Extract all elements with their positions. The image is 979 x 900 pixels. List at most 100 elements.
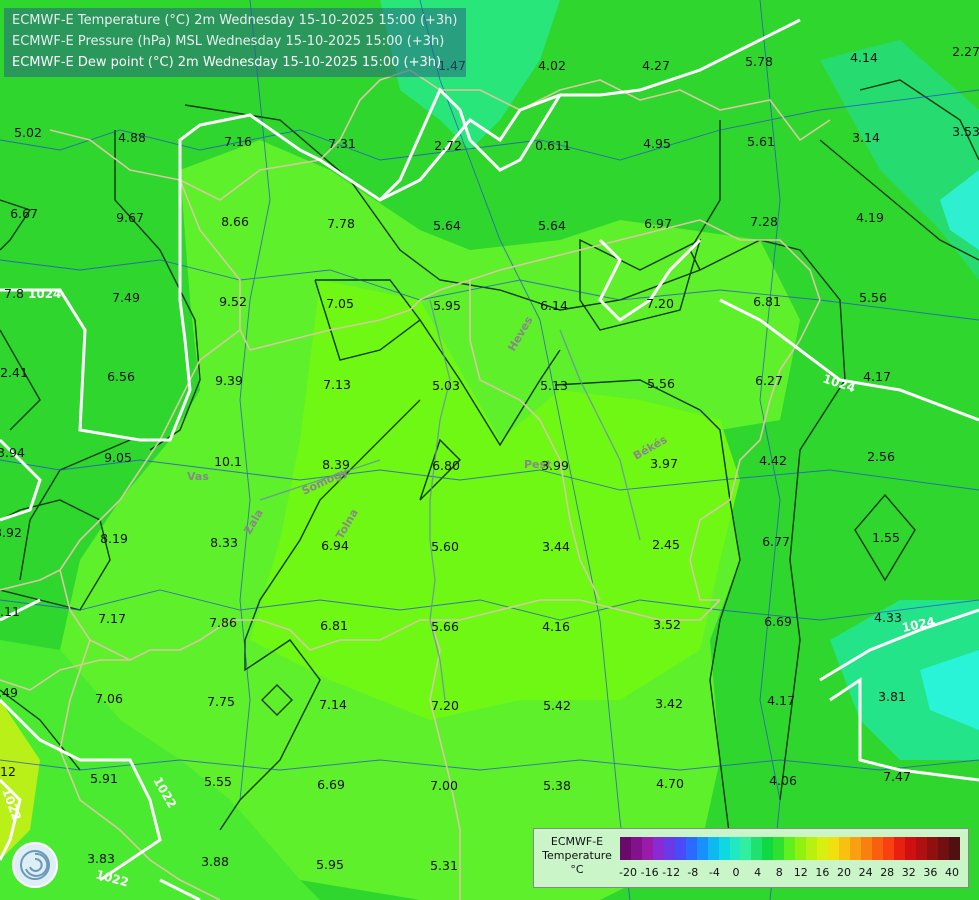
legend-title: ECMWF-E Temperature °C (538, 835, 616, 877)
station-value: 7.20 (431, 698, 459, 713)
station-value: 7.75 (207, 694, 235, 709)
station-value: 3.52 (653, 617, 681, 632)
station-value: 4.17 (767, 693, 795, 708)
station-value: 3.92 (0, 525, 22, 540)
station-value: 6.77 (762, 534, 790, 549)
legend-tick: -8 (687, 866, 699, 879)
station-value: 7.05 (326, 296, 354, 311)
legend-tick: -12 (662, 866, 681, 879)
station-value: 5.64 (433, 218, 461, 233)
station-value: 4.19 (856, 210, 884, 225)
legend-swatch (817, 837, 829, 860)
legend-swatch (937, 837, 949, 860)
legend-unit: °C (570, 863, 584, 876)
station-value: 3.14 (852, 130, 880, 145)
station-value: 2.72 (434, 138, 462, 153)
station-value: 7.17 (98, 611, 126, 626)
legend-swatch (685, 837, 697, 860)
station-value: 5.42 (543, 698, 571, 713)
station-value: 4.33 (874, 610, 902, 625)
map-header: ECMWF-E Temperature (°C) 2m Wednesday 15… (4, 8, 466, 77)
legend-tick: 12 (793, 866, 808, 879)
station-value: 7.28 (750, 214, 778, 229)
station-value: 4.88 (118, 130, 146, 145)
station-value: 6.97 (644, 216, 672, 231)
legend-tick: 0 (732, 866, 740, 879)
station-value: 5.66 (431, 619, 459, 634)
legend-swatch (882, 837, 894, 860)
station-value: 6.69 (764, 614, 792, 629)
station-value: 7.47 (883, 769, 911, 784)
legend-swatch (674, 837, 686, 860)
station-value: 4.42 (759, 453, 787, 468)
dewpoint-title: ECMWF-E Dew point (°C) 2m Wednesday 15-1… (12, 55, 442, 70)
temperature-legend: ECMWF-E Temperature °C -20 -16 -12 -8 -4 0 4 8 1… (533, 828, 969, 888)
station-value: 1.55 (872, 530, 900, 545)
station-value: 3.11 (0, 604, 20, 619)
legend-tick: 24 (858, 866, 873, 879)
station-value: 5.56 (647, 376, 675, 391)
station-value: 6.69 (317, 777, 345, 792)
station-value: 5.60 (431, 539, 459, 554)
legend-swatch (806, 837, 818, 860)
legend-title-line1: ECMWF-E (550, 835, 604, 848)
station-value: 7.86 (209, 615, 237, 630)
station-value: 6.14 (540, 298, 568, 313)
station-value: 7.16 (224, 134, 252, 149)
station-value: 6.81 (753, 294, 781, 309)
station-value: 3.88 (201, 854, 229, 869)
station-value: 7.00 (430, 778, 458, 793)
legend-tick: -16 (640, 866, 659, 879)
station-value: 5.78 (745, 54, 773, 69)
station-value: 6.81 (320, 618, 348, 633)
legend-swatch (751, 837, 763, 860)
station-value: 3.53 (952, 124, 979, 139)
legend-swatch (795, 837, 807, 860)
station-value: 9.05 (104, 450, 132, 465)
station-value: 4.14 (850, 50, 878, 65)
station-value: 5.38 (543, 778, 571, 793)
station-value: 3.97 (650, 456, 678, 471)
station-value: 4.27 (642, 58, 670, 73)
station-value: 7.13 (323, 377, 351, 392)
station-value: 8.39 (322, 457, 350, 472)
temperature-title: ECMWF-E Temperature (°C) 2m Wednesday 15… (12, 13, 458, 28)
weather-map: Vas Zala Somogy Tolna Heves Pest Békés 1… (0, 0, 979, 900)
station-value: 6.67 (10, 206, 38, 221)
station-value: 6.27 (755, 373, 783, 388)
legend-swatch (620, 837, 631, 860)
station-value: 2.45 (652, 537, 680, 552)
station-value: 7.20 (646, 296, 674, 311)
legend-tick: 32 (901, 866, 916, 879)
station-value: 9.52 (219, 294, 247, 309)
legend-swatch (860, 837, 872, 860)
station-value: 5.13 (540, 378, 568, 393)
ecmwf-logo-icon (12, 842, 58, 888)
station-value: 0.611 (535, 138, 571, 153)
station-value: 10.1 (214, 454, 242, 469)
legend-swatch (926, 837, 938, 860)
station-value: 7.49 (112, 290, 140, 305)
station-value: 4.16 (542, 619, 570, 634)
station-value: 4.06 (769, 773, 797, 788)
legend-tick: 40 (945, 866, 959, 879)
legend-tick: 20 (837, 866, 851, 879)
legend-swatch (893, 837, 905, 860)
legend-swatch (948, 837, 960, 860)
legend-swatch (773, 837, 785, 860)
station-value: 6.94 (321, 538, 349, 553)
legend-tick: 28 (880, 866, 895, 879)
legend-swatch (740, 837, 752, 860)
station-value: 6.80 (432, 458, 460, 473)
legend-swatch (762, 837, 774, 860)
station-value: 5.55 (204, 774, 232, 789)
legend-tick: 16 (815, 866, 830, 879)
legend-swatch (696, 837, 708, 860)
station-value: 8.19 (100, 531, 128, 546)
legend-tick: 8 (775, 866, 783, 879)
station-value: 9.39 (215, 373, 243, 388)
station-value: 5.31 (430, 858, 458, 873)
station-value: 7.8 (4, 286, 24, 301)
legend-swatch (828, 837, 840, 860)
legend-swatch (663, 837, 675, 860)
